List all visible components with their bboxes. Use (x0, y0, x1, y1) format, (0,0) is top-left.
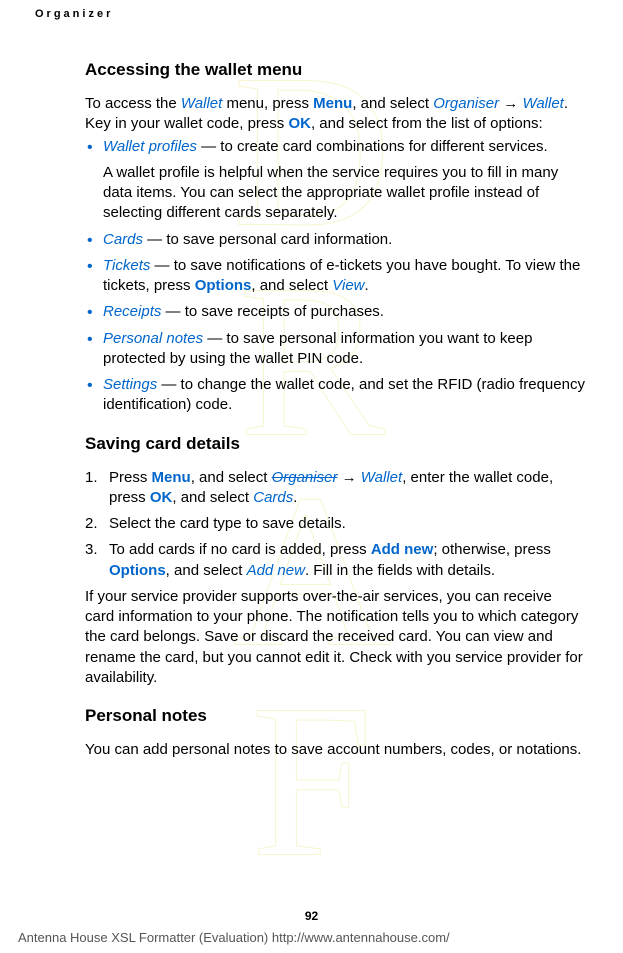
term-add-new: Add new (247, 562, 305, 579)
action-options-2: Options (109, 562, 166, 579)
list-item: Personal notes — to save personal inform… (85, 329, 585, 370)
heading-saving-card: Saving card details (85, 434, 585, 454)
list-item: Settings — to change the wallet code, an… (85, 375, 585, 416)
term-wallet-profiles: Wallet profiles (103, 138, 197, 155)
term-organiser: Organiser (433, 95, 499, 112)
term-cards: Cards (103, 231, 143, 248)
term-view: View (332, 277, 364, 294)
term-personal-notes: Personal notes (103, 330, 203, 347)
list-item-sub: A wallet profile is helpful when the ser… (103, 163, 585, 224)
list-item: Wallet profiles — to create card combina… (85, 137, 585, 224)
term-receipts: Receipts (103, 303, 161, 320)
heading-personal-notes: Personal notes (85, 706, 585, 726)
term-tickets: Tickets (103, 257, 150, 274)
ota-paragraph: If your service provider supports over-t… (85, 587, 585, 688)
page-header: Organizer (35, 8, 113, 20)
action-ok: OK (288, 115, 311, 132)
step-item: To add cards if no card is added, press … (85, 540, 585, 581)
list-item: Receipts — to save receipts of purchases… (85, 302, 585, 322)
term-wallet-3: Wallet (361, 469, 402, 486)
list-item: Tickets — to save notifications of e-tic… (85, 256, 585, 297)
term-organiser-strike: Organiser (272, 469, 338, 486)
action-add-new: Add new (371, 541, 434, 558)
term-wallet: Wallet (181, 95, 222, 112)
intro-paragraph: To access the Wallet menu, press Menu, a… (85, 94, 585, 135)
action-menu-2: Menu (152, 469, 191, 486)
action-menu: Menu (313, 95, 352, 112)
step-item: Select the card type to save details. (85, 514, 585, 534)
heading-accessing-wallet: Accessing the wallet menu (85, 60, 585, 80)
page-number: 92 (0, 909, 623, 923)
term-wallet-2: Wallet (522, 95, 563, 112)
list-item: Cards — to save personal card informatio… (85, 230, 585, 250)
step-item: Press Menu, and select Organiser → Walle… (85, 468, 585, 509)
personal-notes-paragraph: You can add personal notes to save accou… (85, 740, 585, 760)
options-list: Wallet profiles — to create card combina… (85, 137, 585, 416)
page-content: Accessing the wallet menu To access the … (85, 60, 585, 764)
term-settings: Settings (103, 376, 157, 393)
action-options: Options (195, 277, 252, 294)
action-ok-2: OK (150, 489, 173, 506)
footer-evaluation: Antenna House XSL Formatter (Evaluation)… (18, 930, 450, 945)
steps-list: Press Menu, and select Organiser → Walle… (85, 468, 585, 581)
term-cards-2: Cards (253, 489, 293, 506)
